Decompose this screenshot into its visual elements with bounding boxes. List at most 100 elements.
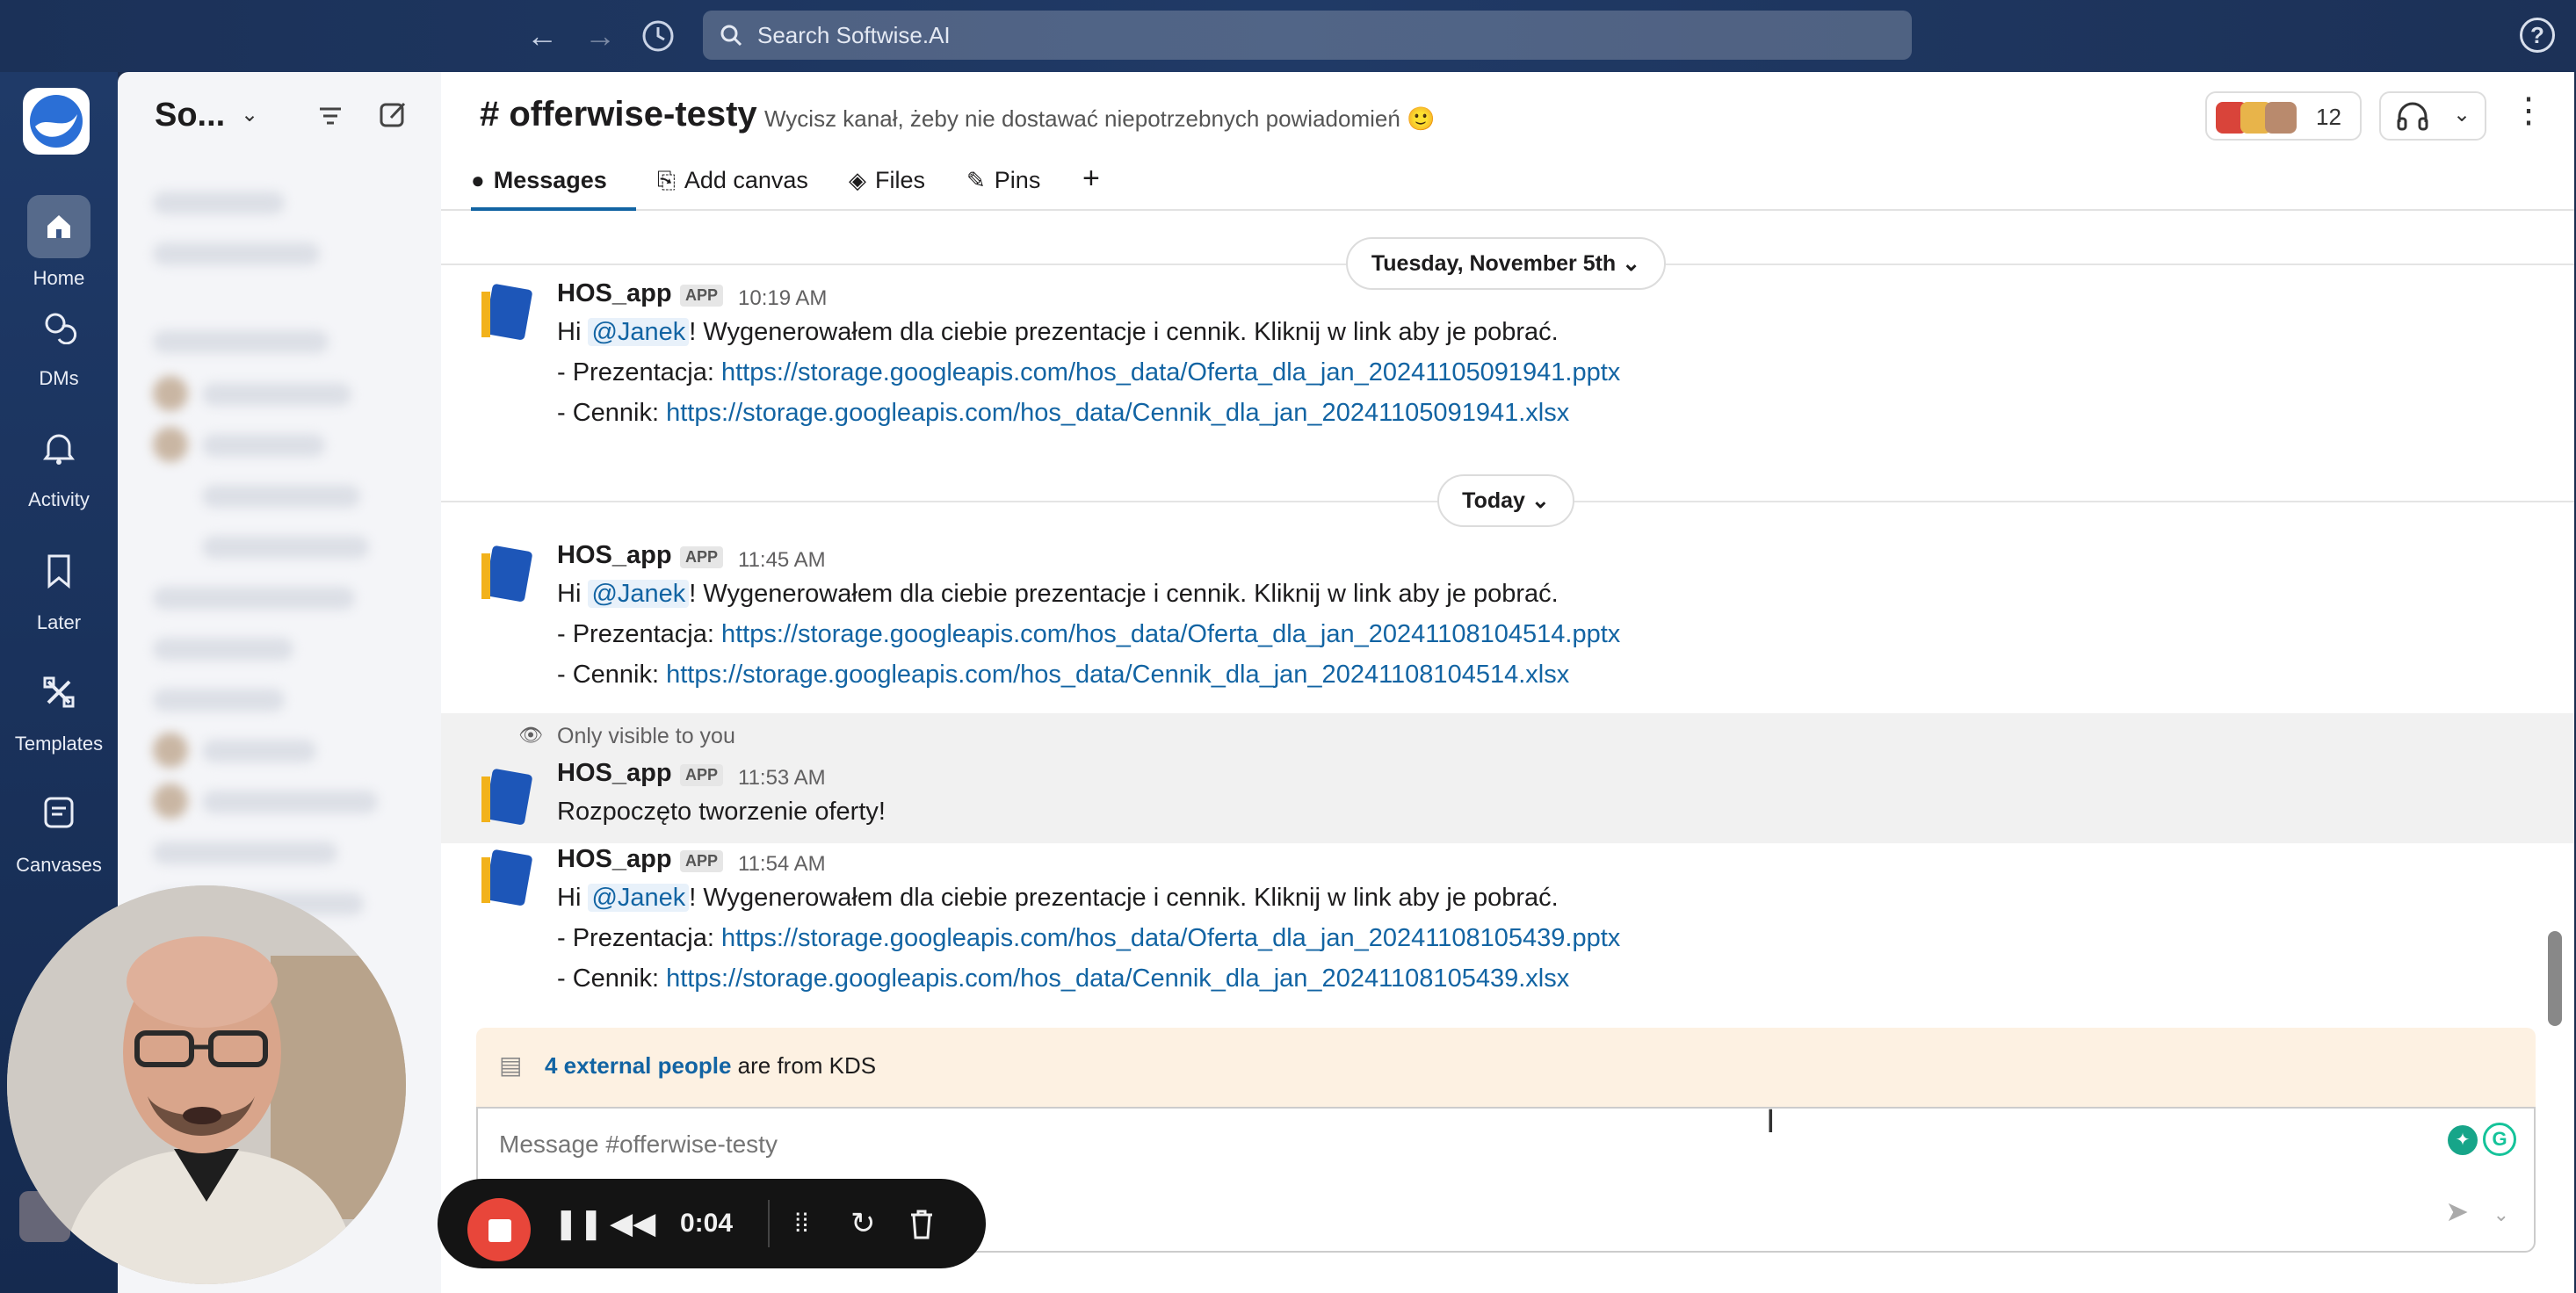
message-sender[interactable]: HOS_app [557,759,672,788]
rail-activity[interactable]: Activity [0,416,118,511]
restart-icon[interactable]: ↻ [850,1203,876,1244]
blurred-item [153,330,329,353]
workspace-name[interactable]: So... [155,97,225,134]
stop-recording-button[interactable] [467,1198,531,1261]
pause-icon[interactable]: ❚❚ [554,1203,604,1244]
trash-icon[interactable] [908,1203,935,1251]
huddle-button[interactable]: ⌄ [2379,91,2486,141]
presentation-link[interactable]: https://storage.googleapis.com/hos_data/… [721,620,1620,648]
message-time[interactable]: 11:54 AM [738,852,826,877]
history-icon[interactable] [638,16,678,56]
blurred-item [202,434,325,457]
mention[interactable]: @Janek [588,884,690,912]
chevron-down-icon: ⌄ [1530,488,1550,513]
chevron-down-icon[interactable]: ⌄ [2493,1203,2509,1226]
channel-title[interactable]: # offerwise-testy [480,95,757,134]
webcam-overlay [7,885,406,1284]
more-options-icon[interactable]: ⋮ [2511,93,2546,128]
message-time[interactable]: 11:45 AM [738,548,826,573]
app-badge: APP [680,546,724,568]
message-text: Hi @Janek! Wygenerowałem dla ciebie prez… [557,884,1559,913]
blurred-item [202,536,369,559]
presentation-link[interactable]: https://storage.googleapis.com/hos_data/… [721,924,1620,952]
message-sender[interactable]: HOS_app [557,845,672,874]
tab-messages-label: Messages [493,167,607,193]
rail-later[interactable]: Later [0,539,118,634]
recording-toolbar: ❚❚ ◀◀ 0:04 ⁞⁞ ↻ [438,1179,986,1268]
presentation-link[interactable]: https://storage.googleapis.com/hos_data/… [721,358,1620,386]
tab-messages[interactable]: ● Messages [471,167,636,211]
channel-description: Wycisz kanał, żeby nie dostawać niepotrz… [764,105,1436,132]
app-avatar[interactable] [476,279,539,343]
tab-files-label: Files [875,167,926,193]
external-people-banner: ▤ 4 external people are from KDS [476,1028,2536,1107]
channel-tabs: ● Messages ⎘ Add canvas ◈ Files ✎ Pins + [441,160,2574,211]
blurred-item [153,638,293,661]
avatar [2265,102,2297,134]
recording-time: 0:04 [680,1209,734,1238]
app-avatar[interactable] [476,845,539,908]
blurred-item [153,587,355,610]
tab-pins[interactable]: ✎ Pins [966,167,1040,211]
chevron-down-icon[interactable]: ⌄ [2453,102,2471,127]
app-avatar[interactable] [476,764,539,827]
chevron-down-icon[interactable]: ⌄ [241,102,258,127]
tab-add-canvas[interactable]: ⎘ Add canvas [657,167,808,211]
app-badge: APP [680,850,724,872]
rail-dms[interactable]: DMs [0,295,118,390]
pricing-label: - Cennik: [557,964,667,993]
canvas-icon: ⎘ [657,167,676,193]
headphones-icon [2397,102,2428,131]
blurred-item [153,842,337,864]
message-sender[interactable]: HOS_app [557,279,672,308]
tab-files[interactable]: ◈ Files [849,167,925,211]
pricing-link[interactable]: https://storage.googleapis.com/hos_data/… [666,661,1569,689]
app-avatar[interactable] [476,541,539,604]
message-item: HOS_app APP 11:54 AM Hi @Janek! Wygenero… [441,845,2574,993]
date-pill[interactable]: Today ⌄ [1437,474,1574,527]
add-tab-icon[interactable]: + [1082,162,1100,206]
message-sender[interactable]: HOS_app [557,541,672,570]
scrollbar[interactable] [2548,931,2562,1026]
forward-arrow-icon[interactable]: → [580,16,620,56]
mention[interactable]: @Janek [588,318,690,346]
filter-icon[interactable] [313,98,348,134]
grid-icon[interactable]: ⁞⁞ [794,1203,809,1244]
search-input[interactable]: Search Softwise.AI [703,11,1912,60]
assistant-icon[interactable]: ✦ [2448,1125,2478,1155]
message-item: HOS_app APP 10:19 AM Hi @Janek! Wygenero… [441,279,2574,427]
send-icon[interactable]: ➤ [2445,1195,2469,1228]
greeting: Hi [557,580,589,608]
message-body: ! Wygenerowałem dla ciebie prezentacje i… [689,318,1559,346]
back-arrow-icon[interactable]: ← [522,16,562,56]
rail-home[interactable]: Home [0,195,118,290]
presentation-label: - Prezentacja: [557,924,721,952]
members-button[interactable]: 12 [2205,91,2362,141]
composer-extensions: ✦ G [2448,1123,2516,1158]
rail-canvases[interactable]: Canvases [0,782,118,877]
grammarly-icon[interactable]: G [2483,1123,2516,1156]
help-icon[interactable]: ? [2520,18,2555,53]
message-input[interactable] [497,1126,2167,1163]
compose-icon[interactable] [376,98,411,134]
message-time[interactable]: 10:19 AM [738,286,827,311]
pricing-label: - Cennik: [557,399,667,427]
rewind-icon[interactable]: ◀◀ [610,1203,655,1244]
date-label: Tuesday, November 5th [1371,251,1617,276]
message-body: ! Wygenerowałem dla ciebie prezentacje i… [689,884,1559,912]
workspace-logo[interactable] [23,88,90,155]
blurred-item [202,791,378,813]
message-time[interactable]: 11:53 AM [738,766,826,791]
pricing-link[interactable]: https://storage.googleapis.com/hos_data/… [666,964,1569,993]
tab-add-canvas-label: Add canvas [684,167,808,193]
blurred-avatar [153,427,188,462]
rail-templates[interactable]: Templates [0,661,118,755]
external-people-link[interactable]: 4 external people [545,1052,731,1079]
chevron-down-icon: ⌄ [1622,251,1641,276]
blurred-avatar [153,733,188,768]
mention[interactable]: @Janek [588,580,690,608]
rail-templates-label: Templates [14,733,104,755]
pricing-link[interactable]: https://storage.googleapis.com/hos_data/… [666,399,1569,427]
pricing-line: - Cennik: https://storage.googleapis.com… [557,661,1569,690]
message-text: Hi @Janek! Wygenerowałem dla ciebie prez… [557,580,1559,609]
